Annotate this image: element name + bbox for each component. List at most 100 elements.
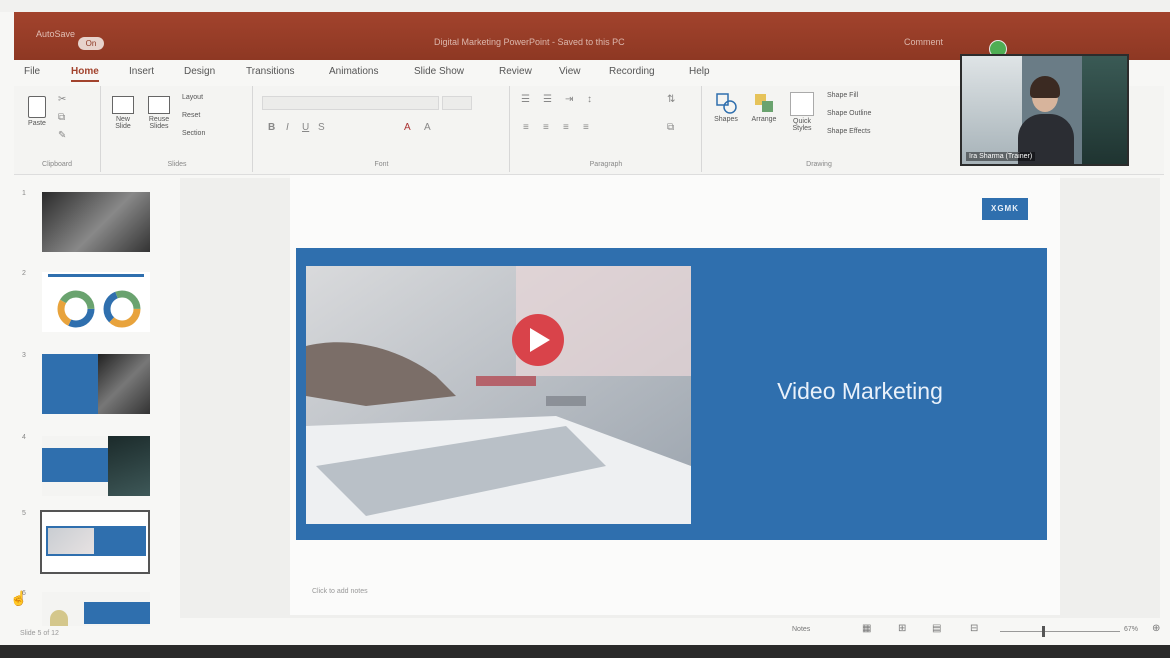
thumb-photo — [48, 528, 94, 554]
reuse-slides-button[interactable]: Reuse Slides — [142, 96, 176, 130]
new-slide-label: New Slide — [115, 116, 131, 130]
indent-icon[interactable]: ⇥ — [565, 94, 573, 105]
participant-hair — [1030, 76, 1060, 98]
reset-label: Reset — [182, 112, 201, 119]
tab-transitions[interactable]: Transitions — [246, 66, 295, 77]
normal-view-icon[interactable]: ▦ — [862, 623, 871, 634]
font-group-label: Font — [374, 161, 389, 168]
font-size-select[interactable] — [442, 96, 472, 110]
font-group: B I U S A A Font — [254, 86, 510, 172]
shape-effects-label: Shape Effects — [827, 128, 871, 135]
thumb-blue-block — [84, 602, 150, 624]
slide-counter: Slide 5 of 12 — [20, 630, 59, 637]
slideshow-icon[interactable]: ⊟ — [970, 623, 978, 634]
donut-charts-icon — [57, 290, 141, 328]
reading-view-icon[interactable]: ▤ — [932, 623, 941, 634]
align-right-icon[interactable]: ≡ — [563, 122, 569, 133]
section-label: Section — [182, 130, 206, 137]
paste-icon — [28, 96, 46, 118]
align-left-icon[interactable]: ≡ — [523, 122, 529, 133]
drawing-group: Shapes Arrange Quick Styles Shape Fill S… — [703, 86, 935, 172]
thumb-blue-block — [42, 448, 108, 482]
fit-slide-icon[interactable]: ⊕ — [1152, 623, 1160, 634]
italic-icon[interactable]: I — [286, 122, 289, 133]
slide-thumbnail-1[interactable] — [42, 192, 150, 252]
layout-label: Layout — [182, 94, 204, 101]
shape-outline-button[interactable]: Shape Outline — [827, 110, 871, 117]
smartart-icon[interactable]: ⧉ — [667, 122, 674, 133]
thumb-number-3: 3 — [22, 352, 26, 359]
slide-thumbnail-5-selected[interactable] — [40, 510, 150, 574]
bold-icon[interactable]: B — [268, 122, 275, 133]
bullets-icon[interactable]: ☰ — [521, 94, 530, 105]
tab-animations[interactable]: Animations — [329, 66, 378, 77]
slide-sorter-icon[interactable]: ⊞ — [898, 623, 906, 634]
numbering-icon[interactable]: ☰ — [543, 94, 552, 105]
video-background-left — [962, 56, 1022, 164]
thumb-number-2: 2 — [22, 270, 26, 277]
tab-review[interactable]: Review — [499, 66, 532, 77]
align-center-icon[interactable]: ≡ — [543, 122, 549, 133]
video-marketing-photo — [306, 266, 691, 524]
shapes-button[interactable]: Shapes — [709, 92, 743, 123]
shapes-icon — [716, 93, 737, 114]
tab-slide-show[interactable]: Slide Show — [414, 66, 464, 77]
paste-button[interactable]: Paste — [22, 96, 52, 127]
autosave-label: AutoSave — [36, 29, 76, 39]
shapes-label: Shapes — [714, 116, 738, 123]
tab-view[interactable]: View — [559, 66, 581, 77]
hero-image[interactable] — [306, 266, 691, 524]
title-bar: AutoSave On Digital Marketing PowerPoint… — [14, 12, 1170, 60]
thumb-photo — [98, 354, 150, 414]
notes-button[interactable]: Notes — [792, 626, 810, 633]
slide-title[interactable]: Video Marketing — [700, 378, 1020, 405]
arrange-icon — [755, 94, 773, 112]
arrange-button[interactable]: Arrange — [747, 92, 781, 123]
tab-help[interactable]: Help — [689, 66, 710, 77]
zoom-slider-thumb[interactable] — [1042, 626, 1045, 637]
notes-placeholder[interactable]: Click to add notes — [312, 588, 368, 595]
slide-thumbnail-4[interactable] — [42, 436, 150, 496]
strikethrough-icon[interactable]: S — [318, 122, 325, 133]
font-color-icon[interactable]: A — [404, 122, 411, 133]
paste-label: Paste — [28, 120, 46, 127]
text-direction-icon[interactable]: ⇅ — [667, 94, 675, 105]
tab-insert[interactable]: Insert — [129, 66, 154, 77]
thumb-photo — [108, 436, 150, 496]
tab-home[interactable]: Home — [71, 66, 99, 82]
mouse-cursor-icon: ☝ — [10, 590, 28, 606]
comment-button[interactable]: Comment — [904, 37, 943, 47]
reuse-slides-icon — [148, 96, 170, 114]
layout-button[interactable]: Layout — [182, 94, 203, 101]
zoom-level[interactable]: 67% — [1124, 626, 1138, 633]
slides-group: New Slide Reuse Slides Layout Reset Sect… — [102, 86, 253, 172]
new-slide-button[interactable]: New Slide — [108, 96, 138, 130]
thumb-number-5: 5 — [22, 510, 26, 517]
shape-effects-button[interactable]: Shape Effects — [827, 128, 870, 135]
reset-button[interactable]: Reset — [182, 112, 200, 119]
quick-styles-button[interactable]: Quick Styles — [787, 92, 817, 132]
zoom-slider[interactable] — [1000, 631, 1120, 632]
underline-icon[interactable]: U — [302, 122, 309, 133]
video-background-right — [1082, 56, 1127, 164]
arrange-label: Arrange — [751, 116, 777, 123]
tab-recording[interactable]: Recording — [609, 66, 655, 77]
slide-thumbnail-6[interactable] — [42, 592, 150, 626]
copy-icon[interactable]: ⧉ — [58, 112, 65, 123]
justify-icon[interactable]: ≡ — [583, 122, 589, 133]
format-painter-icon[interactable]: ✎ — [58, 130, 66, 141]
shape-fill-button[interactable]: Shape Fill — [827, 92, 858, 99]
line-spacing-icon[interactable]: ↕ — [587, 94, 592, 105]
tab-design[interactable]: Design — [184, 66, 215, 77]
slide-thumbnail-2[interactable] — [42, 272, 150, 332]
font-name-select[interactable] — [262, 96, 439, 110]
autosave-toggle[interactable]: On — [78, 37, 104, 50]
clear-format-icon[interactable]: A — [424, 122, 431, 133]
thumb-number-4: 4 — [22, 434, 26, 441]
section-button[interactable]: Section — [182, 130, 205, 137]
slide-thumbnail-3[interactable] — [42, 354, 150, 414]
quick-styles-icon — [790, 92, 814, 116]
video-call-window[interactable]: Ira Sharma (Trainer) — [960, 54, 1129, 166]
cut-icon[interactable]: ✂ — [58, 94, 66, 105]
tab-file[interactable]: File — [24, 66, 40, 77]
